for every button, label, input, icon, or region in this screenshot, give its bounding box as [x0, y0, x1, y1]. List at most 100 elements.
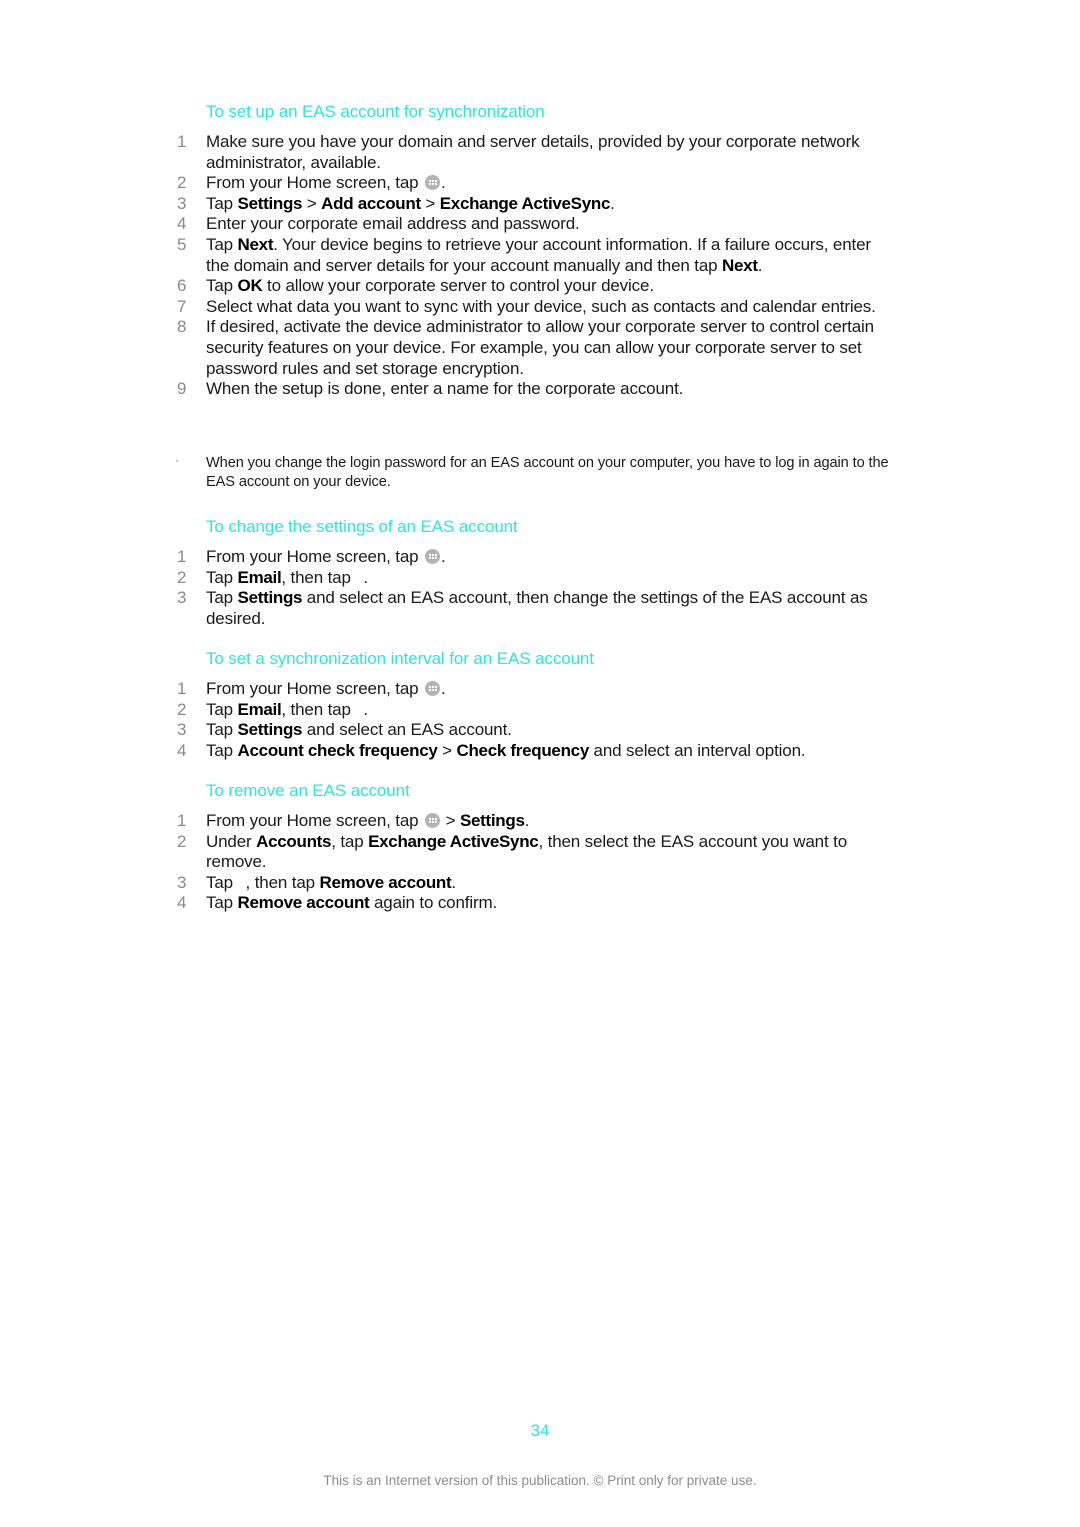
step-text: >: [420, 193, 440, 213]
step-number: 4: [177, 214, 187, 234]
blank-icon: [238, 874, 246, 888]
step-text: .: [524, 811, 530, 830]
step-text: , then tap: [245, 872, 320, 892]
step-text: Tap: [206, 699, 238, 719]
step-number: 1: [177, 811, 187, 830]
step-item: 7 Select what data you want to sync with …: [172, 297, 892, 318]
step-number: 4: [177, 893, 187, 913]
step-text: . Your device begins to retrieve your ac…: [206, 234, 871, 275]
page-number: 34: [530, 1421, 550, 1440]
step-text: .: [363, 567, 368, 587]
step-item: 3 Tap , then tap Remove account.: [172, 873, 892, 894]
step-number: 1: [177, 547, 187, 566]
step-number: 2: [177, 173, 187, 193]
ui-term: Account check frequency: [237, 740, 438, 760]
step-number: 3: [177, 588, 187, 608]
step-item: 3 Tap Settings > Add account > Exchange A…: [172, 194, 892, 215]
apps-icon: [425, 175, 441, 191]
step-number: 2: [177, 699, 187, 719]
step-text: Under: [206, 831, 257, 851]
note-text: When you change the login password for a…: [206, 455, 889, 490]
step-item: 5 Tap Next. Your device begins to retriev…: [172, 235, 892, 276]
step-text: Make sure you have your domain and serve…: [206, 132, 860, 172]
step-number: 1: [177, 679, 187, 698]
section-heading: To set up an EAS account for synchroniza…: [206, 102, 545, 121]
note-block: When you change the login password for a…: [172, 454, 892, 492]
section-sync-interval: To set a synchronization interval for an…: [172, 648, 892, 761]
step-text: Tap: [206, 193, 238, 213]
step-item: 9 When the setup is done, enter a name fo…: [172, 379, 892, 400]
step-number: 8: [177, 317, 187, 337]
step-item: 4 Tap Remove account again to confirm.: [172, 893, 892, 914]
apps-icon: [425, 813, 441, 828]
step-number: 3: [177, 720, 187, 740]
ui-term: Exchange ActiveSync: [439, 193, 611, 213]
step-text: .: [451, 872, 456, 892]
step-text: From your Home screen, tap: [206, 173, 424, 193]
step-text: >: [302, 193, 322, 213]
document-page: To set up an EAS account for synchroniza…: [0, 0, 1080, 1527]
step-item: 2 From your Home screen, tap .: [172, 173, 892, 194]
apps-icon: [425, 549, 441, 564]
step-text: Tap: [206, 234, 238, 254]
step-text: .: [757, 255, 763, 275]
step-text: .: [610, 193, 615, 213]
step-list: 1 Make sure you have your domain and serv…: [172, 132, 892, 400]
step-text: Tap: [206, 567, 238, 587]
ui-term: Next: [722, 255, 758, 275]
step-text: If desired, activate the device administ…: [206, 317, 874, 378]
step-text: Select what data you want to sync with y…: [206, 296, 876, 316]
step-text: again to confirm.: [369, 893, 498, 913]
step-text: Tap: [206, 893, 238, 913]
step-item: 6 Tap OK to allow your corporate server t…: [172, 276, 892, 297]
step-item: 1 From your Home screen, tap > Settings.: [172, 811, 892, 832]
step-item: 3 Tap Settings and select an EAS account,…: [172, 588, 892, 629]
section-remove-eas: To remove an EAS account 1 From your Home…: [172, 780, 892, 914]
ui-term: Settings: [237, 193, 303, 213]
step-number: 4: [177, 740, 187, 760]
step-text: .: [441, 173, 446, 193]
step-item: 4 Tap Account check frequency > Check fre…: [172, 741, 892, 762]
ui-term: Settings: [237, 588, 303, 608]
step-number: 3: [177, 872, 187, 892]
step-text: , then tap: [281, 567, 356, 587]
ui-term: Check frequency: [456, 740, 589, 760]
ui-term: Email: [237, 699, 282, 719]
step-text: Tap: [206, 872, 238, 892]
step-number: 1: [177, 132, 187, 151]
step-text: >: [441, 811, 460, 830]
step-text: , tap: [331, 831, 369, 851]
step-item: 2 Tap Email, then tap .: [172, 700, 892, 721]
section-heading: To set a synchronization interval for an…: [206, 649, 594, 668]
step-item: 2 Under Accounts, tap Exchange ActiveSync…: [172, 832, 892, 873]
step-text: Tap: [206, 276, 238, 296]
step-text: to allow your corporate server to contro…: [262, 276, 654, 296]
step-item: 1 From your Home screen, tap .: [172, 547, 892, 568]
footer-notice: This is an Internet version of this publ…: [323, 1473, 757, 1488]
note-marker-icon: [176, 460, 178, 462]
step-text: , then tap: [281, 699, 356, 719]
step-text: When the setup is done, enter a name for…: [206, 379, 684, 399]
step-item: 2 Tap Email, then tap .: [172, 568, 892, 589]
step-number: 5: [177, 234, 187, 254]
step-item: 1 From your Home screen, tap .: [172, 679, 892, 700]
section-heading: To change the settings of an EAS account: [206, 517, 518, 536]
step-text: Tap: [206, 588, 238, 608]
step-text: From your Home screen, tap: [206, 547, 424, 566]
section-setup-eas: To set up an EAS account for synchroniza…: [172, 101, 892, 400]
ui-term: Exchange ActiveSync: [368, 831, 539, 851]
step-number: 6: [177, 276, 187, 296]
step-number: 2: [177, 831, 187, 851]
step-text: Tap: [206, 740, 238, 760]
apps-icon: [425, 681, 441, 696]
step-list: 1 From your Home screen, tap . 2 Tap Email,…: [172, 679, 892, 761]
step-text: Tap: [206, 720, 238, 740]
step-text: From your Home screen, tap: [206, 811, 424, 830]
section-heading: To remove an EAS account: [206, 781, 410, 800]
step-text: Enter your corporate email address and p…: [206, 214, 580, 234]
step-text: From your Home screen, tap: [206, 679, 424, 698]
step-item: 1 Make sure you have your domain and serv…: [172, 132, 892, 173]
ui-term: Add account: [321, 193, 421, 213]
ui-term: Settings: [237, 720, 303, 740]
step-text: and select an EAS account, then change t…: [206, 588, 868, 628]
